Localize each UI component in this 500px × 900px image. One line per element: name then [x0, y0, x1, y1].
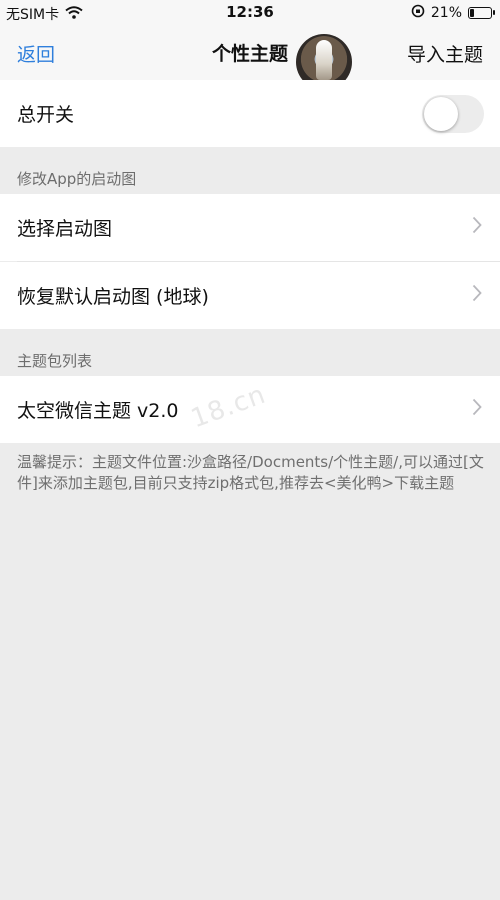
theme-pack-row[interactable]: 太空微信主题 v2.0 [0, 376, 500, 443]
choose-launch-image-label: 选择启动图 [17, 218, 113, 240]
theme-section-header: 主题包列表 [17, 352, 93, 370]
master-switch-toggle[interactable] [422, 95, 484, 133]
rotation-lock-icon [411, 4, 425, 22]
battery-icon [468, 7, 495, 19]
status-right: 21% [411, 4, 495, 22]
chevron-right-icon [472, 398, 482, 416]
master-switch-row: 总开关 [0, 80, 500, 147]
chevron-right-icon [472, 216, 482, 234]
chevron-right-icon [472, 284, 482, 302]
hint-text: 温馨提示：主题文件位置:沙盒路径/Docments/个性主题/,可以通过[文件]… [17, 453, 484, 492]
nav-bar: 返回 个性主题 导入主题 [0, 26, 500, 90]
battery-percent: 21% [430, 5, 462, 21]
master-switch-label: 总开关 [17, 104, 75, 126]
toggle-knob [424, 97, 458, 131]
battery-fill [470, 9, 474, 17]
launch-section-header: 修改App的启动图 [17, 170, 137, 188]
choose-launch-image-row[interactable]: 选择启动图 [0, 194, 500, 261]
restore-default-launch-row[interactable]: 恢复默认启动图 (地球) [0, 262, 500, 329]
theme-pack-label: 太空微信主题 v2.0 [17, 400, 179, 422]
status-bar: 无SIM卡 12:36 21% [0, 0, 500, 26]
import-theme-button[interactable]: 导入主题 [407, 40, 483, 67]
restore-default-launch-label: 恢复默认启动图 (地球) [17, 286, 209, 308]
